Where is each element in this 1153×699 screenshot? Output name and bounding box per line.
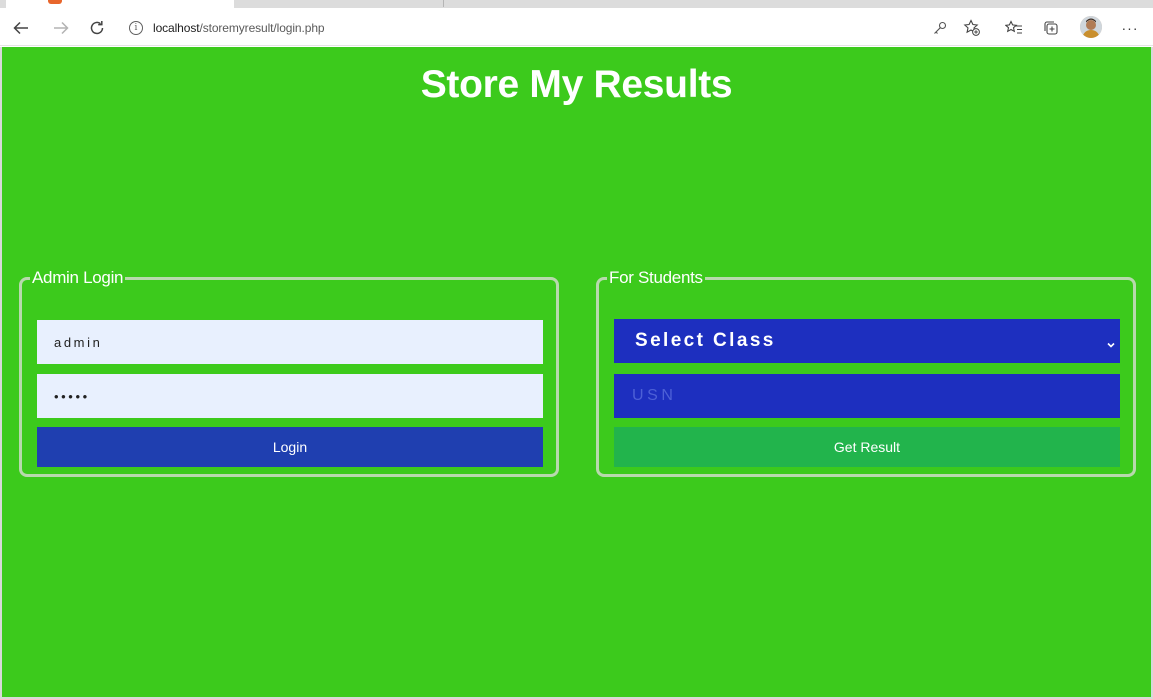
admin-login-panel: Admin Login Login (19, 269, 559, 477)
collections-icon[interactable] (1041, 18, 1061, 38)
page-viewport: Store My Results Admin Login Login For S… (0, 47, 1153, 699)
select-class-dropdown[interactable]: Select Class (614, 319, 1120, 363)
add-favorite-icon[interactable] (962, 18, 982, 38)
usn-input[interactable] (614, 374, 1120, 418)
password-input[interactable] (37, 374, 543, 418)
select-class-label: Select Class (635, 330, 776, 351)
url-text[interactable]: localhost/storemyresult/login.php (153, 21, 325, 35)
tab-separator (443, 0, 444, 7)
get-result-button[interactable]: Get Result (614, 427, 1120, 467)
tab-strip (0, 0, 1153, 8)
back-arrow-icon[interactable] (10, 17, 32, 39)
tab-favicon-icon (48, 0, 62, 4)
key-icon[interactable] (930, 18, 950, 38)
url-path: /storemyresult/login.php (199, 21, 325, 35)
url-host: localhost (153, 21, 200, 35)
more-options-icon[interactable]: ··· (1120, 18, 1140, 38)
username-input[interactable] (37, 320, 543, 364)
favorites-icon[interactable] (1004, 18, 1024, 38)
student-legend: For Students (609, 268, 703, 287)
student-panel: For Students Select Class Get Result (596, 269, 1136, 477)
login-button[interactable]: Login (37, 427, 543, 467)
address-bar[interactable]: i localhost/storemyresult/login.php (118, 14, 903, 42)
chevron-down-icon (1106, 334, 1116, 356)
profile-avatar[interactable] (1080, 16, 1102, 38)
site-info-icon[interactable]: i (129, 21, 143, 35)
forward-arrow-icon[interactable] (50, 17, 72, 39)
page-title: Store My Results (420, 63, 733, 106)
browser-toolbar: i localhost/storemyresult/login.php ··· (0, 8, 1153, 46)
admin-login-legend: Admin Login (32, 268, 124, 287)
active-tab[interactable] (6, 0, 234, 8)
reload-icon[interactable] (86, 17, 108, 39)
